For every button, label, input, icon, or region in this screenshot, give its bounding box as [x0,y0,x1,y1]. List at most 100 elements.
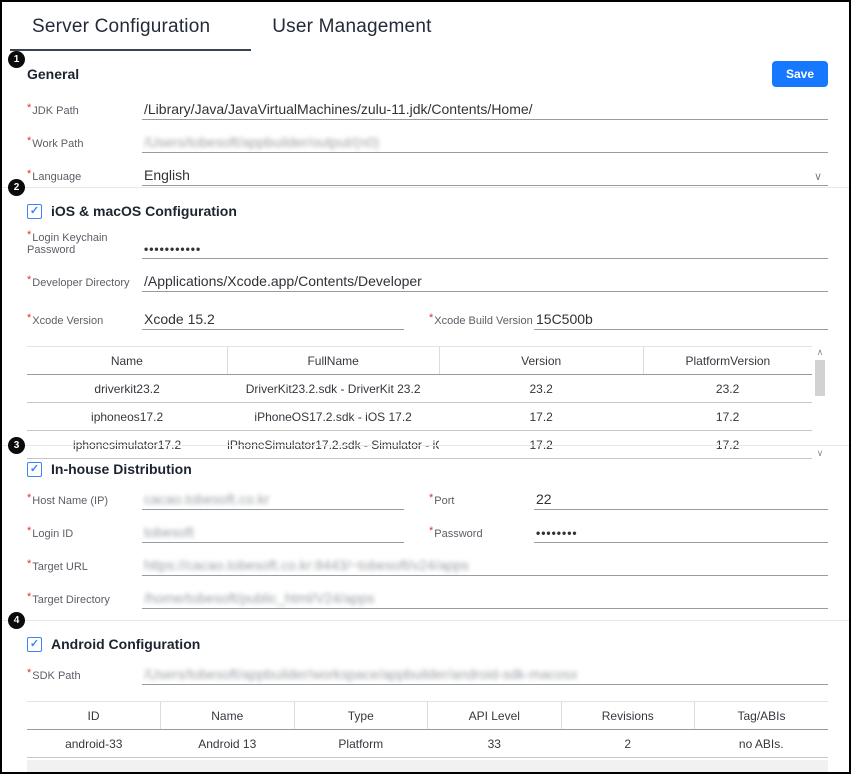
check-icon: ✓ [30,639,39,650]
cell: Android 13 [161,730,295,758]
xcode-build-version-label: Xcode Build Version [429,315,534,330]
tab-user-management[interactable]: User Management [272,16,431,54]
target-directory-input[interactable]: /home/tobesoft/public_html/V24/apps [142,589,828,609]
language-select[interactable]: English ∨ [142,166,828,186]
cell: 17.2 [439,403,643,431]
xcode-version-row: Xcode Version Xcode 15.2 Xcode Build Ver… [27,310,828,330]
table-row[interactable]: android-33 Android 13 Platform 33 2 no A… [27,730,828,758]
ios-section-title: iOS & macOS Configuration [51,203,237,219]
login-id-input[interactable]: tobesoft [142,523,404,543]
chevron-down-icon: ∨ [814,170,826,183]
cell: 2 [561,730,695,758]
cell: 33 [428,730,562,758]
tab-bar: Server Configuration User Management [2,2,849,54]
cell: iphoneos17.2 [27,403,227,431]
login-password-row: Login ID tobesoft Password •••••••• [27,523,828,543]
keychain-password-input[interactable]: ••••••••••• [142,239,828,259]
target-directory-label: Target Directory [27,594,142,609]
port-label: Port [429,495,534,510]
language-row: Language English ∨ [27,166,828,186]
cell: no ABIs. [695,730,829,758]
table-row[interactable]: driverkit23.2 DriverKit23.2.sdk - Driver… [27,375,812,403]
cell: 23.2 [643,375,812,403]
xcode-build-version-input[interactable]: 15C500b [534,310,828,330]
work-path-label: Work Path [27,138,142,153]
host-name-label: Host Name (IP) [27,495,142,510]
ios-sdk-table: Name FullName Version PlatformVersion dr… [27,346,812,459]
col-fullname: FullName [227,347,439,375]
cell: 23.2 [439,375,643,403]
android-checkbox[interactable]: ✓ [27,637,42,652]
port-input[interactable]: 22 [534,490,828,510]
developer-directory-input[interactable]: /Applications/Xcode.app/Contents/Develop… [142,272,828,292]
keychain-password-row: Login Keychain Password ••••••••••• [27,232,828,259]
annotation-badge-3: 3 [8,437,25,454]
android-sdk-table-header: ID Name Type API Level Revisions Tag/ABI… [27,702,828,730]
section-inhouse-distribution: 3 ✓ In-house Distribution Host Name (IP)… [2,445,849,620]
inhouse-section-header: ✓ In-house Distribution [27,446,828,477]
vertical-scrollbar[interactable]: ∧ ∨ [812,346,828,459]
ios-config-checkbox[interactable]: ✓ [27,204,42,219]
xcode-version-label: Xcode Version [27,315,142,330]
android-sdk-table: ID Name Type API Level Revisions Tag/ABI… [27,701,828,758]
col-type: Type [294,702,428,730]
work-path-row: Work Path /Users/tobesoft/appbuilder/out… [27,133,828,153]
cell: driverkit23.2 [27,375,227,403]
general-section-title: General [27,66,79,82]
col-revisions: Revisions [561,702,695,730]
inhouse-section-title: In-house Distribution [51,461,192,477]
jdk-path-row: JDK Path /Library/Java/JavaVirtualMachin… [27,100,828,120]
col-tag-abis: Tag/ABIs [695,702,829,730]
section-general: General Save JDK Path /Library/Java/Java… [2,54,849,187]
keychain-password-label: Login Keychain Password [27,232,142,259]
android-section-header: ✓ Android Configuration [27,621,828,652]
annotation-badge-2: 2 [8,179,25,196]
col-name: Name [27,347,227,375]
col-name: Name [161,702,295,730]
cell: iPhoneOS17.2.sdk - iOS 17.2 [227,403,439,431]
login-id-label: Login ID [27,528,142,543]
target-url-input[interactable]: https://cacao.tobesoft.co.kr:8443/~tobes… [142,556,828,576]
sdk-path-input[interactable]: /Users/tobesoft/appbuilder/workspace/app… [142,665,828,685]
annotation-badge-1: 1 [8,51,25,68]
active-tab-indicator [10,49,251,51]
annotation-badge-4: 4 [8,612,25,629]
android-sdk-table-wrap: ID Name Type API Level Revisions Tag/ABI… [27,701,828,758]
horizontal-scrollbar[interactable] [27,760,828,772]
server-configuration-page: Server Configuration User Management 1 G… [0,0,851,774]
cell: 17.2 [643,403,812,431]
ios-sdk-table-header: Name FullName Version PlatformVersion [27,347,812,375]
work-path-input[interactable]: /Users/tobesoft/appbuilder/output/(n0) [142,133,828,153]
android-section-title: Android Configuration [51,636,200,652]
cell: Platform [294,730,428,758]
sdk-path-row: SDK Path /Users/tobesoft/appbuilder/work… [27,665,828,685]
developer-directory-row: Developer Directory /Applications/Xcode.… [27,272,828,292]
cell: android-33 [27,730,161,758]
scrollbar-thumb[interactable] [815,360,825,396]
scroll-up-icon[interactable]: ∧ [817,347,824,357]
table-row[interactable]: iphoneos17.2 iPhoneOS17.2.sdk - iOS 17.2… [27,403,812,431]
jdk-path-input[interactable]: /Library/Java/JavaVirtualMachines/zulu-1… [142,100,828,120]
inhouse-checkbox[interactable]: ✓ [27,462,42,477]
language-label: Language [27,171,142,186]
jdk-path-label: JDK Path [27,105,142,120]
target-directory-row: Target Directory /home/tobesoft/public_h… [27,589,828,609]
col-version: Version [439,347,643,375]
sdk-path-label: SDK Path [27,670,142,685]
cell: DriverKit23.2.sdk - DriverKit 23.2 [227,375,439,403]
col-platformversion: PlatformVersion [643,347,812,375]
check-icon: ✓ [30,206,39,217]
col-id: ID [27,702,161,730]
save-button[interactable]: Save [772,61,828,87]
col-api-level: API Level [428,702,562,730]
ios-section-header: ✓ iOS & macOS Configuration [27,188,828,219]
section-ios-macos: 2 ✓ iOS & macOS Configuration Login Keyc… [2,187,849,445]
target-url-label: Target URL [27,561,142,576]
ios-sdk-table-wrap: Name FullName Version PlatformVersion dr… [27,346,828,459]
section-android-configuration: 4 ✓ Android Configuration SDK Path /User… [2,620,849,770]
developer-directory-label: Developer Directory [27,277,142,292]
target-url-row: Target URL https://cacao.tobesoft.co.kr:… [27,556,828,576]
xcode-version-input[interactable]: Xcode 15.2 [142,310,404,330]
host-name-input[interactable]: cacao.tobesoft.co.kr [142,490,404,510]
password-input[interactable]: •••••••• [534,523,828,543]
